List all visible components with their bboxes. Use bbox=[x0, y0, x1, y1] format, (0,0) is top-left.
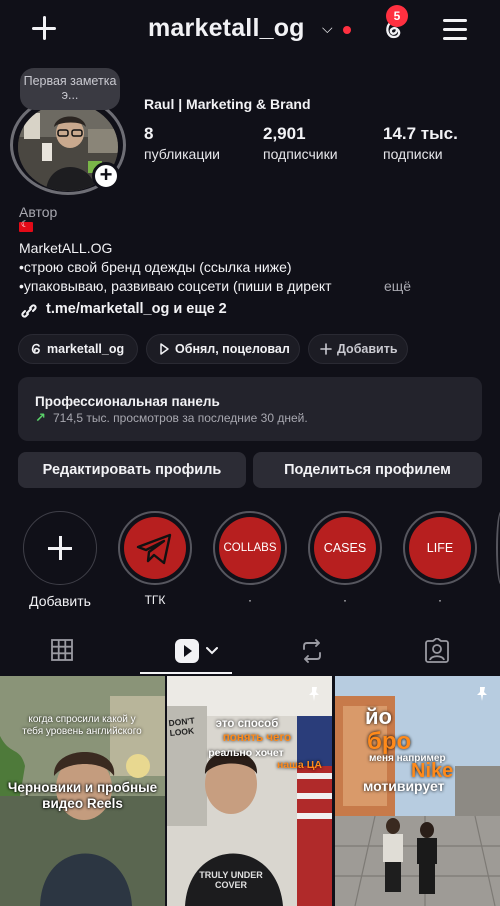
tab-grid-icon[interactable] bbox=[50, 638, 74, 662]
pro-panel-subtitle: 714,5 тыс. просмотров за последние 30 дн… bbox=[53, 411, 308, 425]
unread-dot bbox=[343, 26, 351, 34]
link-icon bbox=[21, 304, 37, 318]
professional-dashboard[interactable]: Профессиональная панель ↗ 714,5 тыс. про… bbox=[18, 377, 482, 441]
notification-badge: 5 bbox=[386, 5, 408, 27]
stat-followers-label: подписчики bbox=[263, 146, 338, 162]
chip-threads[interactable]: marketall_og bbox=[18, 334, 138, 364]
reel-caption-line: йо bbox=[365, 704, 392, 729]
reel-caption-line: мотивирует bbox=[363, 778, 445, 794]
stat-posts-label: публикации bbox=[144, 146, 220, 162]
pin-icon bbox=[309, 687, 319, 701]
reel-title: Черновики и пробные видео Reels bbox=[7, 780, 158, 811]
stat-posts[interactable]: 8 публикации bbox=[144, 124, 220, 162]
highlight-label: · bbox=[248, 593, 252, 607]
active-tab-indicator bbox=[140, 672, 232, 674]
pro-panel-title: Профессиональная панель bbox=[35, 394, 220, 409]
profile-link[interactable]: t.me/marketall_og и еще 2 bbox=[46, 301, 227, 317]
bio-line: •упаковываю, развиваю соцсети (пиши в ди… bbox=[19, 278, 332, 294]
bio-line: •строю свой бренд одежды (ссылка ниже) bbox=[19, 259, 292, 275]
highlight-label: · bbox=[438, 593, 442, 607]
stat-following-label: подписки bbox=[383, 146, 443, 162]
pin-icon bbox=[477, 687, 487, 701]
stat-posts-value: 8 bbox=[144, 124, 154, 143]
menu-icon[interactable] bbox=[443, 18, 469, 40]
plus-icon bbox=[320, 343, 332, 355]
stat-following[interactable]: 14.7 тыс. подписки bbox=[383, 124, 458, 162]
reel-caption-line: это способ bbox=[215, 718, 279, 730]
highlight-ring: CASES bbox=[308, 511, 382, 585]
highlight-ring bbox=[118, 511, 192, 585]
profile-tabs bbox=[0, 628, 500, 674]
chip-threads-label: marketall_og bbox=[47, 342, 125, 356]
note-bubble[interactable]: Первая заметка э... bbox=[20, 68, 120, 110]
highlight-add[interactable]: Добавить bbox=[23, 511, 97, 609]
reel-tile[interactable]: йо бро меня например Nike мотивирует bbox=[335, 676, 500, 906]
reel-caption-line: наша ЦА bbox=[277, 759, 322, 771]
threads-icon bbox=[31, 343, 40, 354]
reel-caption-line: бро bbox=[367, 728, 412, 755]
reel-sign-text: DON'T LOOK bbox=[168, 715, 196, 739]
telegram-icon bbox=[136, 533, 172, 565]
trend-up-icon: ↗ bbox=[35, 410, 46, 425]
turkey-flag-icon bbox=[19, 219, 33, 232]
chip-music-label: Обнял, поцеловал bbox=[175, 342, 290, 356]
highlight-ring: COLLABS bbox=[213, 511, 287, 585]
add-story-plus-icon[interactable]: + bbox=[92, 162, 120, 190]
reel-caption-top: когда спросили какой у тебя уровень англ… bbox=[22, 714, 142, 737]
tab-reels-icon[interactable] bbox=[174, 638, 200, 664]
highlight-cover: CASES bbox=[314, 517, 376, 579]
highlight-cover bbox=[124, 517, 186, 579]
create-plus-icon[interactable] bbox=[28, 12, 60, 44]
reel-tile[interactable]: DON'T LOOK это способ понять чего реальн… bbox=[167, 676, 332, 906]
highlight-cover: COLLABS bbox=[219, 517, 281, 579]
highlight-cases[interactable]: CASES · bbox=[308, 511, 382, 607]
bio-line: MarketALL.OG bbox=[19, 240, 113, 256]
profile-category: Автор bbox=[19, 204, 58, 220]
highlight-label: · bbox=[343, 593, 347, 607]
profile-username[interactable]: marketall_og bbox=[148, 14, 305, 43]
highlight-label: ТГК bbox=[144, 593, 166, 607]
chip-music[interactable]: Обнял, поцеловал bbox=[146, 334, 300, 364]
stat-followers[interactable]: 2,901 подписчики bbox=[263, 124, 338, 162]
highlight-tgk[interactable]: ТГК bbox=[118, 511, 192, 607]
edit-profile-button[interactable]: Редактировать профиль bbox=[18, 452, 246, 488]
highlight-collabs[interactable]: COLLABS · bbox=[213, 511, 287, 607]
chip-add[interactable]: Добавить bbox=[308, 334, 408, 364]
plus-icon bbox=[23, 511, 97, 585]
highlight-label: Добавить bbox=[29, 593, 91, 609]
display-name: Raul | Marketing & Brand bbox=[144, 96, 311, 112]
bio-more-link[interactable]: ещё bbox=[384, 278, 411, 294]
account-switch-chevron-icon[interactable]: ⌵ bbox=[322, 20, 333, 37]
chip-add-label: Добавить bbox=[337, 342, 398, 356]
tab-reposts-icon[interactable] bbox=[299, 638, 325, 664]
reel-shirt-text: TRULY UNDER COVER bbox=[199, 870, 263, 890]
stat-following-value: 14.7 тыс. bbox=[383, 124, 458, 143]
reel-caption-line: реально хочет bbox=[208, 747, 284, 759]
reel-caption-line: понять чего bbox=[222, 732, 292, 744]
tab-tagged-icon[interactable] bbox=[424, 638, 450, 664]
highlight-life[interactable]: LIFE · bbox=[403, 511, 477, 607]
reel-tile[interactable]: когда спросили какой у тебя уровень англ… bbox=[0, 676, 165, 906]
top-bar: marketall_og ⌵ 5 bbox=[0, 0, 500, 60]
highlight-cover: LIFE bbox=[409, 517, 471, 579]
share-profile-button[interactable]: Поделиться профилем bbox=[253, 452, 482, 488]
stat-followers-value: 2,901 bbox=[263, 124, 306, 143]
chevron-down-icon[interactable] bbox=[206, 646, 218, 656]
highlight-ring: LIFE bbox=[403, 511, 477, 585]
play-icon bbox=[160, 343, 169, 355]
highlight-next-partial[interactable] bbox=[496, 511, 500, 585]
